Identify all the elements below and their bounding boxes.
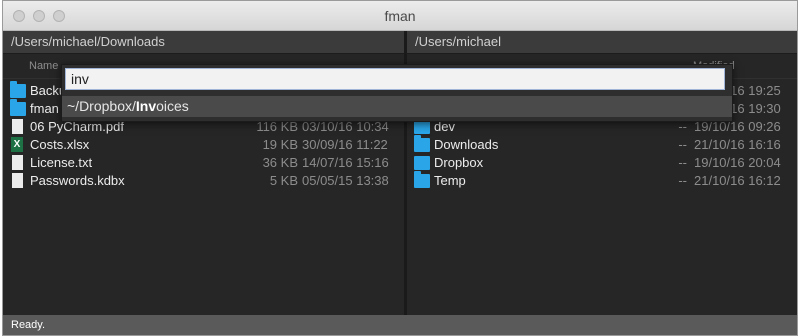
name-column-header[interactable]: Name	[29, 54, 58, 78]
file-row[interactable]: Downloads -- 21/10/16 16:16	[407, 135, 797, 154]
document-icon	[12, 173, 23, 188]
excel-icon: X	[11, 137, 23, 152]
file-name: Dropbox	[434, 155, 484, 170]
file-date: 14/07/16 15:16	[302, 155, 389, 170]
status-bar: Ready.	[3, 315, 797, 335]
folder-icon	[10, 81, 26, 98]
file-row[interactable]: Passwords.kdbx 5 KB 05/05/15 13:38	[3, 172, 404, 190]
right-path-bar[interactable]: /Users/michael	[407, 31, 797, 54]
file-row[interactable]: X Costs.xlsx 19 KB 30/09/16 11:22	[3, 136, 404, 154]
file-size: 5 KB	[269, 173, 298, 188]
fman-window: fman /Users/michael/Downloads Name Backu…	[2, 0, 798, 336]
file-name: Temp	[434, 173, 466, 188]
file-size: 36 KB	[262, 155, 298, 170]
folder-icon	[414, 135, 430, 152]
document-icon	[12, 155, 23, 170]
file-name: fman	[30, 101, 59, 116]
file-date: 19/10/16 20:04	[694, 155, 781, 170]
quick-navigation-suggestion[interactable]: ~/Dropbox/Invoices	[62, 96, 732, 117]
file-date: 21/10/16 16:12	[694, 173, 781, 188]
file-name: Downloads	[434, 137, 499, 152]
file-size: --	[678, 173, 687, 188]
file-row[interactable]: License.txt 36 KB 14/07/16 15:16	[3, 154, 404, 172]
suggestion-match: Inv	[135, 98, 157, 114]
quick-navigation-dialog: ~/Dropbox/Invoices	[61, 64, 733, 122]
file-size: --	[678, 155, 687, 170]
file-name: Costs.xlsx	[30, 137, 90, 152]
file-date: 30/09/16 11:22	[302, 137, 388, 152]
title-bar: fman	[3, 1, 797, 31]
quick-navigation-input[interactable]	[65, 68, 725, 90]
folder-icon	[414, 117, 430, 134]
file-name: Passwords.kdbx	[30, 173, 125, 188]
file-date: 21/10/16 16:16	[694, 137, 781, 152]
document-icon	[12, 119, 23, 134]
file-size: 19 KB	[262, 137, 298, 152]
file-row[interactable]: Temp -- 21/10/16 16:12	[407, 171, 797, 190]
file-date: 05/05/15 13:38	[302, 173, 389, 188]
folder-icon	[414, 171, 430, 188]
file-size: --	[678, 137, 687, 152]
file-name: License.txt	[30, 155, 93, 170]
left-path-bar[interactable]: /Users/michael/Downloads	[3, 31, 404, 54]
dropbox-folder-icon	[414, 156, 430, 170]
file-row[interactable]: Dropbox -- 19/10/16 20:04	[407, 154, 797, 172]
folder-icon	[10, 99, 26, 116]
window-title: fman	[384, 8, 416, 24]
suggestion-prefix: ~/Dropbox/	[67, 98, 136, 114]
suggestion-suffix: oices	[156, 98, 189, 114]
